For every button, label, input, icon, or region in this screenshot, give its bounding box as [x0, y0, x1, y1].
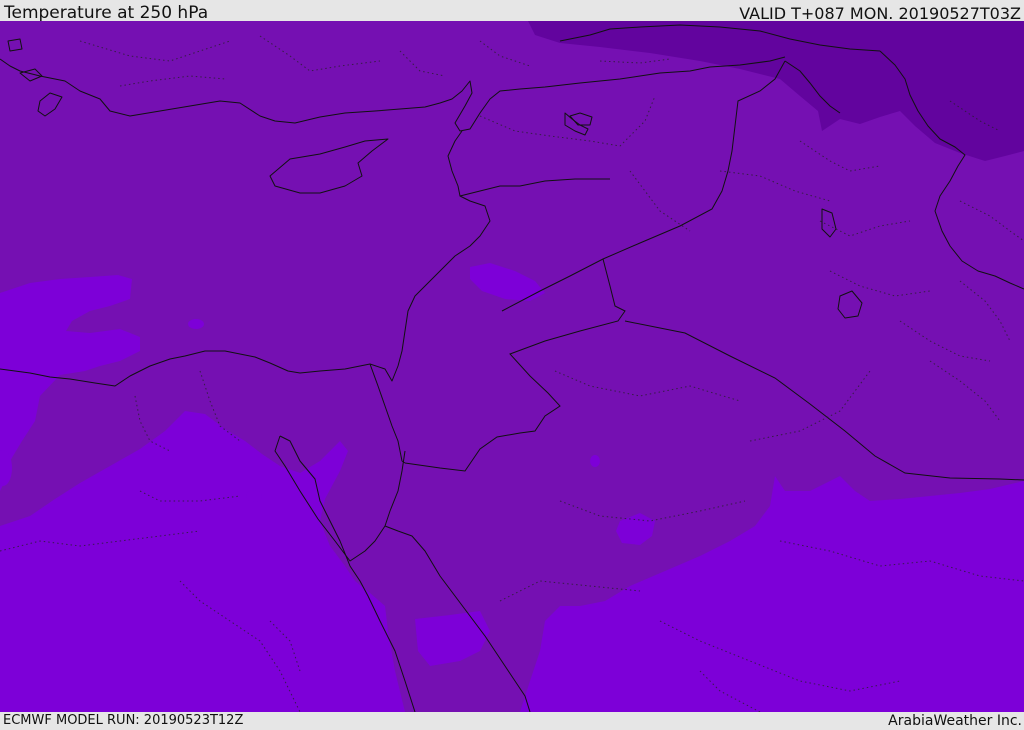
- map-title: Temperature at 250 hPa: [4, 3, 209, 23]
- header-bar: Temperature at 250 hPa VALID T+087 MON. …: [0, 0, 1024, 23]
- model-run-label: ECMWF MODEL RUN: 20190523T12Z: [3, 713, 244, 728]
- temperature-map-canvas[interactable]: [0, 21, 1024, 712]
- warm-blob-cyprus-south: [188, 319, 204, 329]
- warm-blob-sinai: [246, 490, 262, 502]
- weather-map[interactable]: [0, 21, 1024, 712]
- footer-bar: ECMWF MODEL RUN: 20190523T12Z ArabiaWeat…: [0, 712, 1024, 729]
- credit-label: ArabiaWeather Inc.: [888, 713, 1022, 729]
- warm-blob-small: [590, 455, 600, 467]
